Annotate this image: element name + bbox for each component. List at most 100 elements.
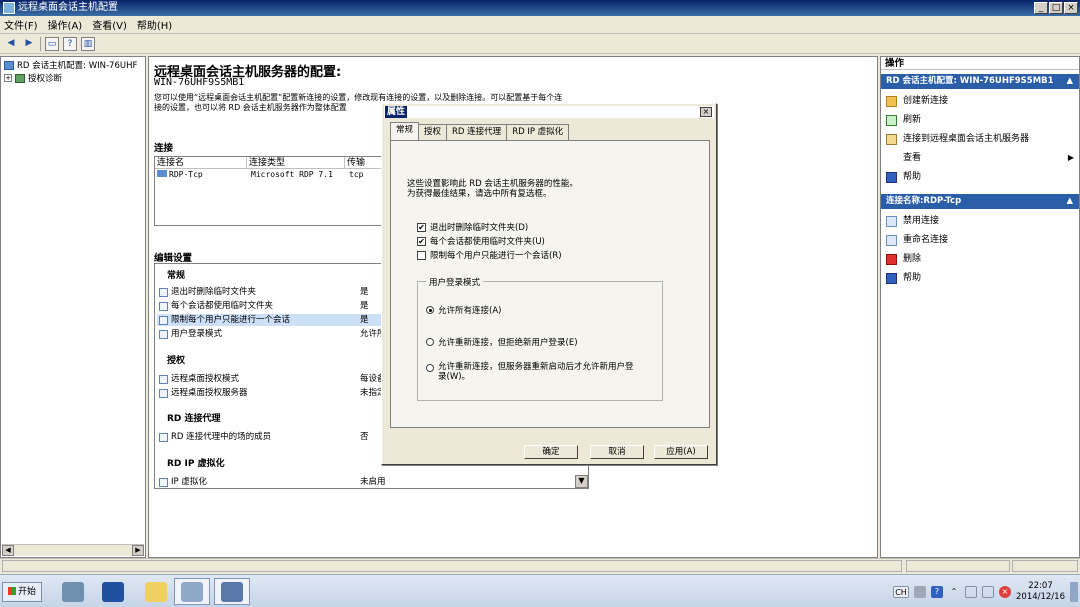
scroll-right-icon[interactable]: ▶ [132,545,144,556]
radio-selected[interactable] [426,306,434,314]
menu-help[interactable]: 帮助(H) [137,17,172,32]
connect-server-icon [886,133,897,145]
language-indicator[interactable]: CH [893,586,909,598]
keyboard-icon[interactable] [914,586,926,598]
help-icon[interactable]: ? [63,36,77,51]
back-arrow-icon[interactable]: ◀ [4,37,18,51]
expand-icon[interactable]: + [4,74,12,82]
action-rename-connection[interactable]: 重命名连接 [886,233,1076,247]
actions-section-connection[interactable]: 连接名称:RDP-Tcp ▲ [881,194,1079,209]
list-item[interactable]: IP 虚拟化 未启用 [157,476,585,488]
action-view[interactable]: 查看 ▶ [886,151,1076,165]
scroll-down-icon[interactable]: ▼ [575,475,588,488]
taskbar: 开始 CH ? ⌃ × 22:07 2014/12/16 [0,574,1080,607]
network-icon[interactable] [982,586,994,598]
action-refresh[interactable]: 刷新 [886,113,1076,127]
show-hide-action-pane-icon[interactable]: ▥ [81,36,95,51]
action-disable-connection[interactable]: 禁用连接 [886,214,1076,228]
rd-session-config-icon [221,581,243,602]
radio-unselected[interactable] [426,364,434,372]
connection-name-cell: RDP-Tcp [155,170,203,180]
tree-item-licensing-diagnosis[interactable]: + 授权诊断 [4,72,62,84]
windows-logo-icon [7,587,16,595]
close-button[interactable]: × [1064,2,1078,14]
submenu-arrow-icon: ▶ [1067,153,1074,162]
setting-icon [159,330,168,339]
show-hidden-icons-icon[interactable]: ⌃ [948,586,960,598]
tree-root-label: RD 会话主机配置: WIN-76UHF [17,61,138,71]
show-desktop-button[interactable] [1070,582,1078,602]
forward-arrow-icon[interactable]: ▶ [22,37,36,51]
allow-all-connections-radio[interactable]: 允许所有连接(A) [426,304,501,316]
dialog-title: 属性 [385,106,408,118]
tab-licensing[interactable]: 授权 [418,124,448,140]
taskbar-explorer[interactable] [138,578,174,605]
toolbar-separator [40,36,41,51]
menu-action[interactable]: 操作(A) [48,17,83,32]
tab-rd-connection-broker[interactable]: RD 连接代理 [446,124,508,140]
delete-icon [886,253,897,265]
checkbox-unchecked[interactable] [417,250,426,260]
flag-icon[interactable] [965,586,977,598]
dialog-tabs: 常规 授权 RD 连接代理 RD IP 虚拟化 [390,122,570,140]
menu-view[interactable]: 查看(V) [92,17,127,32]
action-help-2[interactable]: 帮助 [886,271,1076,285]
col-transport[interactable]: 传输 [345,157,385,169]
tree-horizontal-scrollbar[interactable]: ◀ ▶ [2,544,144,556]
tab-general[interactable]: 常规 [390,122,420,140]
cancel-button[interactable]: 取消 [590,445,644,459]
show-hide-tree-icon[interactable]: ▭ [45,36,59,51]
taskbar-remote-app[interactable] [174,578,210,605]
group-ip-virtualization: RD IP 虚拟化 [167,459,225,469]
delete-temp-folders-checkbox[interactable]: ✔ 退出时删除临时文件夹(D) [417,221,528,233]
volume-muted-icon[interactable]: × [999,586,1011,598]
action-create-connection[interactable]: 创建新连接 [886,94,1076,108]
tree-item-root[interactable]: RD 会话主机配置: WIN-76UHF [4,59,137,71]
col-connection-name[interactable]: 连接名 [155,157,247,169]
single-session-checkbox[interactable]: 限制每个用户只能进行一个会话(R) [417,249,562,261]
checkbox-checked[interactable]: ✔ [417,236,426,246]
rename-connection-icon [886,234,897,246]
setting-icon [159,375,168,384]
taskbar-powershell[interactable] [95,578,131,605]
allow-reconnect-until-restart-radio[interactable]: 允许重新连接，但服务器重新启动后才允许新用户登 录(W)。 [426,362,634,382]
taskbar-rd-session-config[interactable] [214,578,250,605]
connections-header: 连接 [154,143,174,154]
group-broker: RD 连接代理 [167,414,221,424]
menu-bar: 文件(F) 操作(A) 查看(V) 帮助(H) [0,16,1080,34]
col-connection-type[interactable]: 连接类型 [247,157,345,169]
ok-button[interactable]: 确定 [524,445,578,459]
minimize-button[interactable]: _ [1034,2,1048,14]
action-help[interactable]: 帮助 [886,170,1076,184]
clock-date: 2014/12/16 [1016,592,1065,602]
dialog-close-icon[interactable]: × [700,107,712,117]
start-button[interactable]: 开始 [2,582,42,602]
window-title: 远程桌面会话主机配置 [18,2,118,13]
maximize-button[interactable]: □ [1049,2,1063,14]
collapse-icon[interactable]: ▲ [1066,74,1073,89]
scroll-left-icon[interactable]: ◀ [2,545,14,556]
help-tray-icon[interactable]: ? [931,586,943,598]
user-logon-mode-label: 用户登录模式 [426,276,484,288]
clock[interactable]: 22:07 2014/12/16 [1016,581,1065,603]
tree-child-label: 授权诊断 [28,74,63,84]
tab-rd-ip-virtualization[interactable]: RD IP 虚拟化 [506,124,570,140]
action-delete[interactable]: 删除 [886,252,1076,266]
radio-unselected[interactable] [426,338,434,346]
folder-icon [145,581,167,602]
apply-button[interactable]: 应用(A) [654,445,708,459]
toolbar: ◀ ▶ ▭ ? ▥ [0,34,1080,54]
allow-reconnect-deny-new-radio[interactable]: 允许重新连接，但拒绝新用户登录(E) [426,336,578,348]
collapse-icon[interactable]: ▲ [1066,194,1073,209]
server-config-icon [4,60,14,70]
checkbox-checked[interactable]: ✔ [417,222,426,232]
menu-file[interactable]: 文件(F) [4,17,38,32]
action-connect-server[interactable]: 连接到远程桌面会话主机服务器 [886,132,1076,146]
connection-type-cell: Microsoft RDP 7.1 [251,170,333,179]
taskbar-server-manager[interactable] [55,578,91,605]
group-licensing: 授权 [167,356,186,366]
actions-section-server[interactable]: RD 会话主机配置: WIN-76UHF9S5MB1 ▲ [881,74,1079,89]
disable-connection-icon [886,215,897,227]
per-session-temp-folders-checkbox[interactable]: ✔ 每个会话都使用临时文件夹(U) [417,235,545,247]
clock-time: 22:07 [1028,581,1053,591]
